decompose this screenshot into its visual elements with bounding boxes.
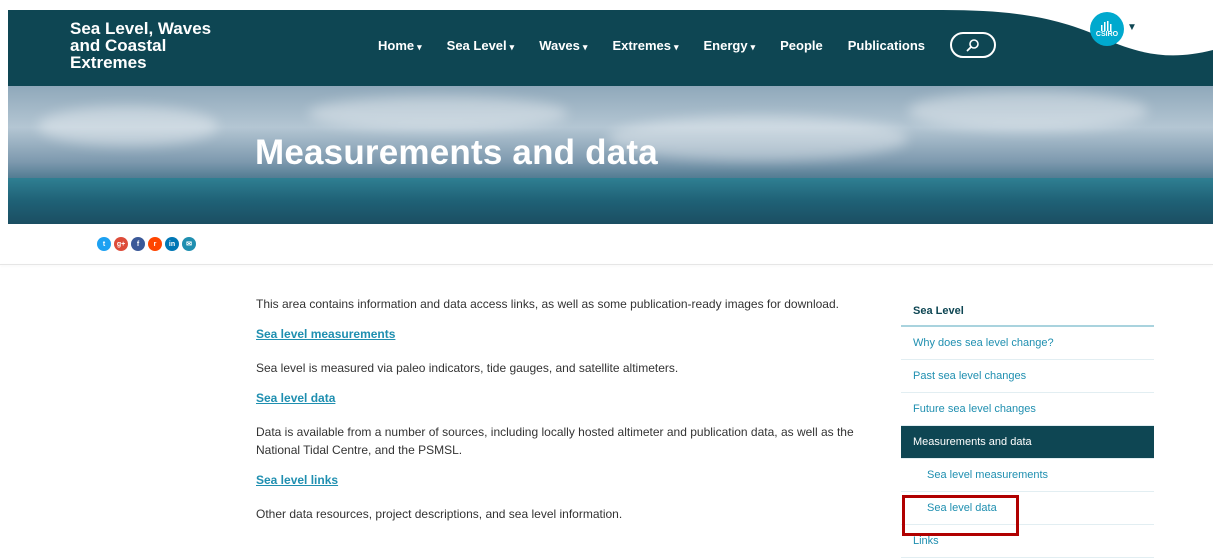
nav-waves-label: Waves [539,38,580,53]
logo-menu-caret-icon[interactable]: ▼ [1127,22,1137,33]
hero-sea [8,178,1213,224]
sidebar-item-label: Links [913,535,939,547]
nav-home-label: Home [378,38,415,53]
sidebar-subitem-measurements[interactable]: Sea level measurements [901,459,1154,492]
chevron-down-icon: ▾ [417,42,422,52]
reddit-icon[interactable]: r [148,237,162,251]
page-title: Measurements and data [255,133,658,172]
hero-cloud [308,96,568,131]
nav-home[interactable]: Home ▾ [378,38,422,53]
sidebar-item-label: Past sea level changes [913,370,1027,382]
email-icon[interactable]: ✉ [182,237,196,251]
main-content: This area contains information and data … [256,295,876,523]
section-text-links: Other data resources, project descriptio… [256,507,623,521]
sidebar-item-label: Sea level measurements [927,469,1049,481]
sidebar-heading: Sea Level [901,295,1154,327]
google-plus-icon[interactable]: g+ [114,237,128,251]
nav-waves[interactable]: Waves ▾ [539,38,587,53]
nav-sea-level-label: Sea Level [446,38,507,53]
linkedin-icon[interactable]: in [165,237,179,251]
search-button[interactable] [950,32,996,58]
site-header: Sea Level, Waves and Coastal Extremes Ho… [8,10,1213,86]
hero-cloud [908,91,1148,131]
site-title-line-1: Sea Level, Waves [70,19,212,38]
sidebar-item-label: Why does sea level change? [913,337,1054,349]
nav-people-label: People [780,38,823,53]
chevron-down-icon: ▾ [509,42,515,52]
chevron-down-icon: ▾ [582,42,588,52]
nav-publications[interactable]: Publications [848,38,925,53]
sidebar-item-past-changes[interactable]: Past sea level changes [901,360,1154,393]
intro-text: This area contains information and data … [256,297,839,311]
hero-banner: Measurements and data [8,86,1213,224]
sidebar-item-future-changes[interactable]: Future sea level changes [901,393,1154,426]
content-divider [0,264,1213,265]
site-title-line-2: and Coastal [70,36,167,55]
sidebar-item-why-change[interactable]: Why does sea level change? [901,327,1154,360]
search-icon [966,39,979,52]
social-share-bar: t g+ f r in ✉ [97,237,199,251]
nav-sea-level[interactable]: Sea Level ▾ [447,38,515,53]
hero-cloud [38,106,218,146]
site-title-line-3: Extremes [70,53,147,72]
nav-extremes[interactable]: Extremes ▾ [612,38,678,53]
nav-extremes-label: Extremes [612,38,671,53]
link-sea-level-data[interactable]: Sea level data [256,391,335,405]
sidebar-item-label: Future sea level changes [913,403,1036,415]
section-text-data: Data is available from a number of sourc… [256,425,854,457]
link-sea-level-links[interactable]: Sea level links [256,473,338,487]
section-text-measurements: Sea level is measured via paleo indicato… [256,361,679,375]
chevron-down-icon: ▾ [750,42,756,52]
facebook-icon[interactable]: f [131,237,145,251]
chevron-down-icon: ▾ [673,42,679,52]
csiro-logo-text: CSIRO [1095,30,1119,38]
csiro-bars-icon [1101,20,1112,31]
nav-energy[interactable]: Energy ▾ [704,38,756,53]
main-nav: Home ▾ Sea Level ▾ Waves ▾ Extremes ▾ Energy… [378,38,950,53]
sidebar-item-measurements-data[interactable]: Measurements and data [901,426,1154,459]
twitter-icon[interactable]: t [97,237,111,251]
nav-energy-label: Energy [703,38,748,53]
link-sea-level-measurements[interactable]: Sea level measurements [256,327,395,341]
nav-people[interactable]: People [780,38,823,53]
nav-publications-label: Publications [847,38,926,53]
sidebar-item-label: Measurements and data [913,436,1032,448]
csiro-logo[interactable]: CSIRO [1090,12,1124,46]
highlight-annotation-box [902,495,1019,536]
site-title[interactable]: Sea Level, Waves and Coastal Extremes [70,20,230,71]
